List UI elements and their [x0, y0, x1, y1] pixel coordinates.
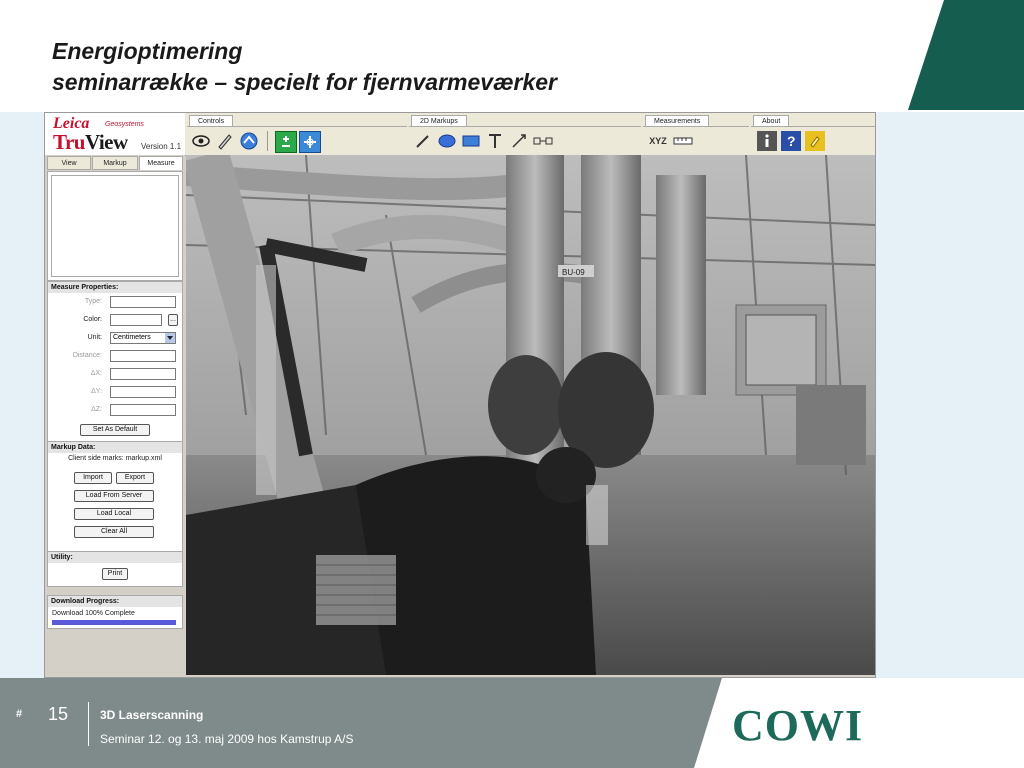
version-label: Version 1.1: [141, 142, 182, 151]
controls-toolbar: [187, 126, 407, 155]
footer-divider: [88, 702, 89, 746]
dy-label: ΔY:: [91, 388, 102, 395]
unit-row: Unit: Centimeters: [48, 332, 182, 345]
tab-measure[interactable]: Measure: [139, 156, 183, 170]
download-title: Download Progress:: [48, 596, 182, 607]
truview-window: Leica Geosystems TruView Version 1.1 Con…: [44, 112, 876, 678]
slide-title-line1: Energioptimering: [52, 38, 243, 64]
side-tabs: View Markup Measure: [47, 156, 183, 171]
markups-group: 2D Markups: [409, 113, 641, 155]
print-button[interactable]: Print: [102, 568, 128, 580]
point-cloud-viewport[interactable]: BU-09: [186, 155, 875, 675]
color-picker-button[interactable]: ...: [168, 314, 178, 326]
page-number: 15: [48, 704, 69, 724]
download-progress-bar: [52, 620, 176, 625]
distance-row: Distance:: [48, 350, 182, 363]
text-tool-icon[interactable]: [485, 131, 505, 151]
type-field[interactable]: [110, 296, 176, 308]
help-icon[interactable]: ?: [781, 131, 801, 151]
geosystems-brand: Geosystems: [105, 121, 144, 128]
tab-view[interactable]: View: [47, 156, 91, 170]
svg-text:?: ?: [787, 133, 796, 149]
equipment-tag: BU-09: [562, 268, 585, 277]
eye-icon[interactable]: [191, 131, 211, 151]
utility-title: Utility:: [48, 552, 182, 563]
brand-tru: Tru: [53, 130, 85, 154]
dx-label: ΔX:: [90, 370, 102, 377]
color-row: Color: ...: [48, 314, 182, 327]
type-row: Type:: [48, 296, 182, 309]
slide-title-line2: seminarrække – specielt for fjernvarmevæ…: [52, 69, 558, 95]
set-as-default-button[interactable]: Set As Default: [80, 424, 150, 436]
dy-row: ΔY:: [48, 386, 182, 399]
navigate-icon[interactable]: [239, 131, 259, 151]
line-tool-icon[interactable]: [413, 131, 433, 151]
about-group: About ?: [751, 113, 875, 155]
dimension-tool-icon[interactable]: [509, 131, 529, 151]
move-icon[interactable]: [299, 131, 321, 153]
truview-brand: TruView: [53, 130, 128, 155]
measure-properties-title: Measure Properties:: [48, 282, 182, 293]
color-field[interactable]: [110, 314, 162, 326]
highlight-icon[interactable]: [805, 131, 825, 151]
download-progress-fill: [52, 620, 176, 625]
markups-toolbar: [409, 126, 641, 155]
info-icon[interactable]: [757, 131, 777, 151]
cowi-logo: COWI: [732, 701, 864, 750]
clear-all-button[interactable]: Clear All: [74, 526, 154, 538]
load-from-server-button[interactable]: Load From Server: [74, 490, 154, 502]
load-local-button[interactable]: Load Local: [74, 508, 154, 520]
measure-list[interactable]: [51, 175, 179, 277]
distance-field[interactable]: [110, 350, 176, 362]
utility-panel: Utility: Print: [47, 551, 183, 587]
dz-label: ΔZ:: [91, 406, 102, 413]
brand-view: View: [84, 130, 128, 154]
color-label: Color:: [83, 316, 102, 323]
type-label: Type:: [84, 298, 102, 305]
toolbar-separator: [267, 131, 269, 151]
measure-list-panel: [47, 171, 183, 281]
about-toolbar: ?: [751, 126, 875, 155]
unit-select[interactable]: Centimeters: [110, 332, 176, 344]
side-panel: View Markup Measure Measure Properties: …: [45, 155, 185, 677]
ellipse-tool-icon[interactable]: [437, 131, 457, 151]
footer-title: 3D Laserscanning: [100, 708, 204, 722]
chevron-down-icon: [165, 333, 175, 343]
footer-hash: #: [16, 708, 23, 720]
markup-file-text: Client side marks: markup.xml: [68, 455, 162, 462]
download-panel: Download Progress: Download 100% Complet…: [47, 595, 183, 629]
point-cloud-scene: BU-09: [186, 155, 875, 675]
xyz-tool-icon[interactable]: XYZ: [647, 131, 669, 151]
pen-tool-icon[interactable]: [215, 131, 235, 151]
unit-label: Unit:: [87, 334, 102, 341]
tab-markup[interactable]: Markup: [92, 156, 138, 170]
dy-field[interactable]: [110, 386, 176, 398]
controls-group: Controls: [187, 113, 407, 155]
ruler-tool-icon[interactable]: [673, 131, 693, 151]
markup-data-title: Markup Data:: [48, 442, 182, 453]
dx-field[interactable]: [110, 368, 176, 380]
slide-title: Energioptimering seminarrække – specielt…: [52, 36, 557, 98]
download-status: Download 100% Complete: [52, 610, 135, 617]
dz-row: ΔZ:: [48, 404, 182, 417]
zoom-toggle-icon[interactable]: [275, 131, 297, 153]
dz-field[interactable]: [110, 404, 176, 416]
export-button[interactable]: Export: [116, 472, 154, 484]
rectangle-tool-icon[interactable]: [461, 131, 481, 151]
slide-footer: [0, 678, 1024, 768]
link-tool-icon[interactable]: [533, 131, 553, 151]
markup-data-panel: Markup Data: Client side marks: markup.x…: [47, 441, 183, 553]
measurements-toolbar: XYZ: [643, 126, 749, 155]
measurements-group: Measurements XYZ: [643, 113, 749, 155]
import-button[interactable]: Import: [74, 472, 112, 484]
dx-row: ΔX:: [48, 368, 182, 381]
app-header: Leica Geosystems TruView Version 1.1 Con…: [45, 113, 875, 156]
distance-label: Distance:: [72, 352, 102, 359]
truview-logo: Leica Geosystems TruView Version 1.1: [45, 113, 185, 155]
footer-subtitle: Seminar 12. og 13. maj 2009 hos Kamstrup…: [100, 732, 354, 746]
unit-value: Centimeters: [113, 334, 151, 341]
